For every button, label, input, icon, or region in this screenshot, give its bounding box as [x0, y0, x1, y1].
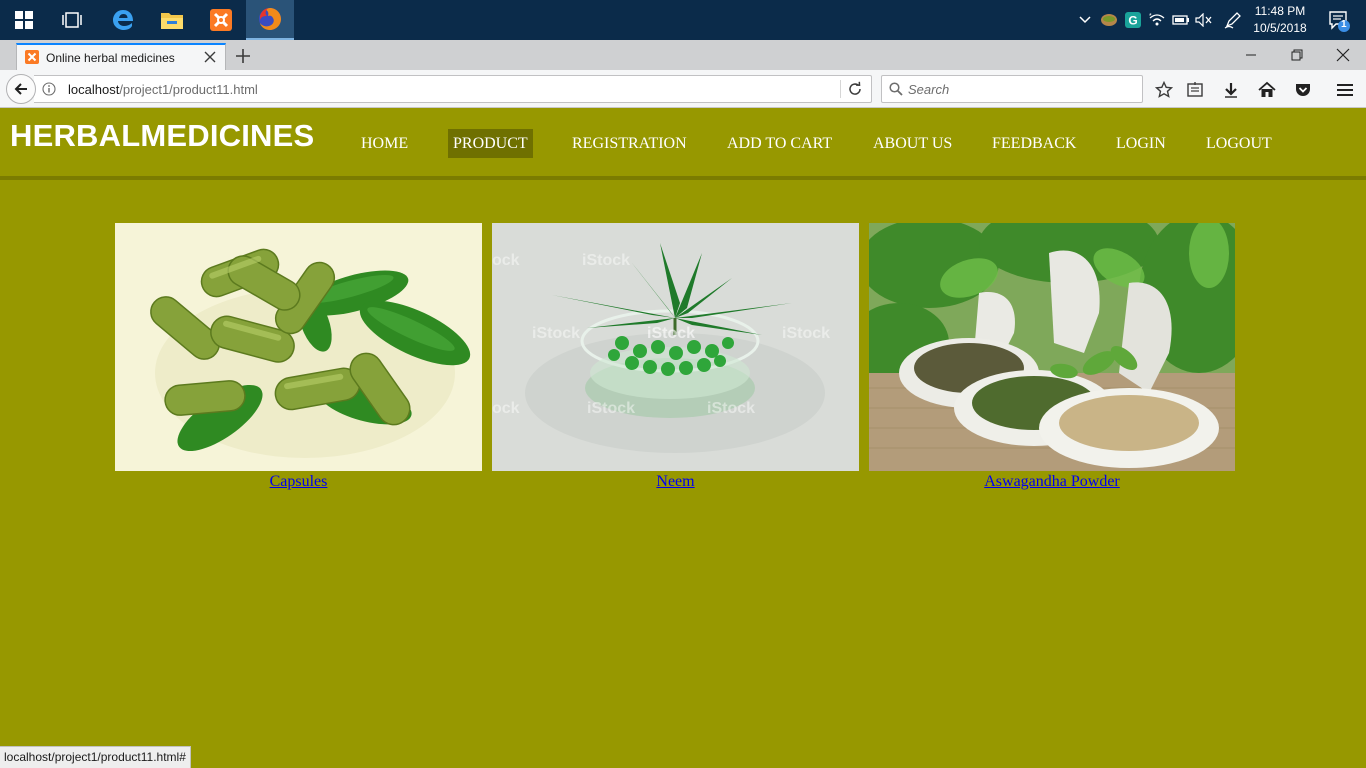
clock-time: 11:48 PM — [1254, 4, 1306, 18]
clock-date: 10/5/2018 — [1253, 21, 1307, 35]
xampp-favicon-icon — [25, 50, 39, 69]
battery-icon[interactable] — [1171, 0, 1191, 40]
firefox-icon[interactable] — [246, 0, 294, 40]
search-icon — [889, 82, 903, 101]
menu-registration[interactable]: REGISTRATION — [567, 129, 692, 158]
pocket-icon[interactable] — [1293, 80, 1313, 100]
system-clock[interactable]: 11:48 PM 10/5/2018 — [1250, 3, 1310, 37]
volume-muted-icon[interactable] — [1194, 0, 1214, 40]
minimize-window-icon[interactable] — [1228, 40, 1274, 70]
product-card-capsules: Capsules — [115, 223, 482, 491]
capsules-image[interactable] — [115, 223, 482, 471]
svg-text:G: G — [1128, 14, 1137, 28]
tray-g-app-icon[interactable]: G — [1123, 0, 1143, 40]
wifi-icon[interactable]: * — [1147, 0, 1167, 40]
product-link-capsules[interactable]: Capsules — [115, 472, 482, 491]
downloads-icon[interactable] — [1221, 80, 1241, 100]
action-center-icon[interactable]: 1 — [1318, 0, 1358, 40]
pen-ink-icon[interactable] — [1222, 0, 1244, 40]
product-link-aswagandha-powder[interactable]: Aswagandha Powder — [869, 472, 1235, 491]
file-explorer-icon[interactable] — [148, 0, 196, 40]
menu-about-us[interactable]: ABOUT US — [868, 129, 957, 158]
url-path: /project1/product11.html — [119, 82, 258, 97]
site-info-icon[interactable] — [42, 82, 56, 101]
windows-taskbar: G * 11:48 PM 10/5/2018 1 — [0, 0, 1366, 40]
neem-image[interactable]: iStock iStock iStock iStock iStock iStoc… — [492, 223, 859, 471]
notification-count-badge: 1 — [1341, 19, 1347, 30]
task-view-icon[interactable] — [48, 0, 96, 40]
show-hidden-icons-chevron-icon[interactable] — [1075, 0, 1095, 40]
url-separator — [840, 80, 841, 98]
product-card-aswagandha-powder: Aswagandha Powder — [869, 223, 1235, 491]
restore-window-icon[interactable] — [1274, 40, 1320, 70]
hamburger-menu-icon[interactable] — [1335, 80, 1355, 100]
url-bar[interactable]: localhost/project1/product11.html — [34, 75, 872, 103]
tray-app-icon[interactable] — [1099, 0, 1119, 40]
back-arrow-icon — [14, 83, 27, 95]
product-link-neem[interactable]: Neem — [492, 472, 859, 491]
close-window-icon[interactable] — [1320, 40, 1366, 70]
site-title: HERBALMEDICINES — [10, 118, 315, 153]
svg-text:iStock: iStock — [587, 400, 635, 417]
bookmark-star-icon[interactable] — [1154, 80, 1174, 100]
menu-home[interactable]: HOME — [356, 129, 413, 158]
svg-text:ock: ock — [492, 400, 520, 417]
tab-close-icon[interactable] — [202, 49, 218, 65]
search-field[interactable]: Search — [881, 75, 1143, 103]
browser-navigation-bar: localhost/project1/product11.html Search — [0, 70, 1366, 108]
menu-add-to-cart[interactable]: ADD TO CART — [722, 129, 837, 158]
menu-feedback[interactable]: FEEDBACK — [987, 129, 1081, 158]
product-card-neem: iStock iStock iStock iStock iStock iStoc… — [492, 223, 859, 491]
back-button[interactable] — [6, 74, 36, 104]
svg-text:iStock: iStock — [707, 400, 755, 417]
header-divider — [0, 176, 1366, 180]
browser-tab[interactable]: Online herbal medicines — [16, 43, 226, 70]
svg-text:iStock: iStock — [532, 325, 580, 342]
svg-text:ock: ock — [492, 252, 520, 269]
home-icon[interactable] — [1257, 80, 1277, 100]
istock-watermark: iStock — [647, 325, 695, 342]
url-host: localhost — [68, 82, 120, 97]
menu-logout[interactable]: LOGOUT — [1201, 129, 1277, 158]
windows-start-icon[interactable] — [0, 0, 48, 40]
new-tab-plus-icon[interactable] — [233, 46, 253, 66]
menu-login[interactable]: LOGIN — [1111, 129, 1171, 158]
search-placeholder: Search — [908, 82, 950, 97]
aswagandha-powder-image[interactable] — [869, 223, 1235, 471]
menu-product[interactable]: PRODUCT — [448, 129, 533, 158]
browser-status-bar: localhost/project1/product11.html# — [0, 746, 191, 768]
reload-icon[interactable] — [847, 81, 863, 102]
url-text[interactable]: localhost/project1/product11.html — [68, 82, 258, 97]
tab-title: Online herbal medicines — [46, 51, 175, 65]
edge-browser-icon[interactable] — [99, 0, 147, 40]
reading-list-icon[interactable] — [1185, 80, 1205, 100]
svg-text:*: * — [1149, 13, 1152, 20]
svg-text:iStock: iStock — [782, 325, 830, 342]
svg-text:iStock: iStock — [582, 252, 630, 269]
xampp-icon[interactable] — [197, 0, 245, 40]
